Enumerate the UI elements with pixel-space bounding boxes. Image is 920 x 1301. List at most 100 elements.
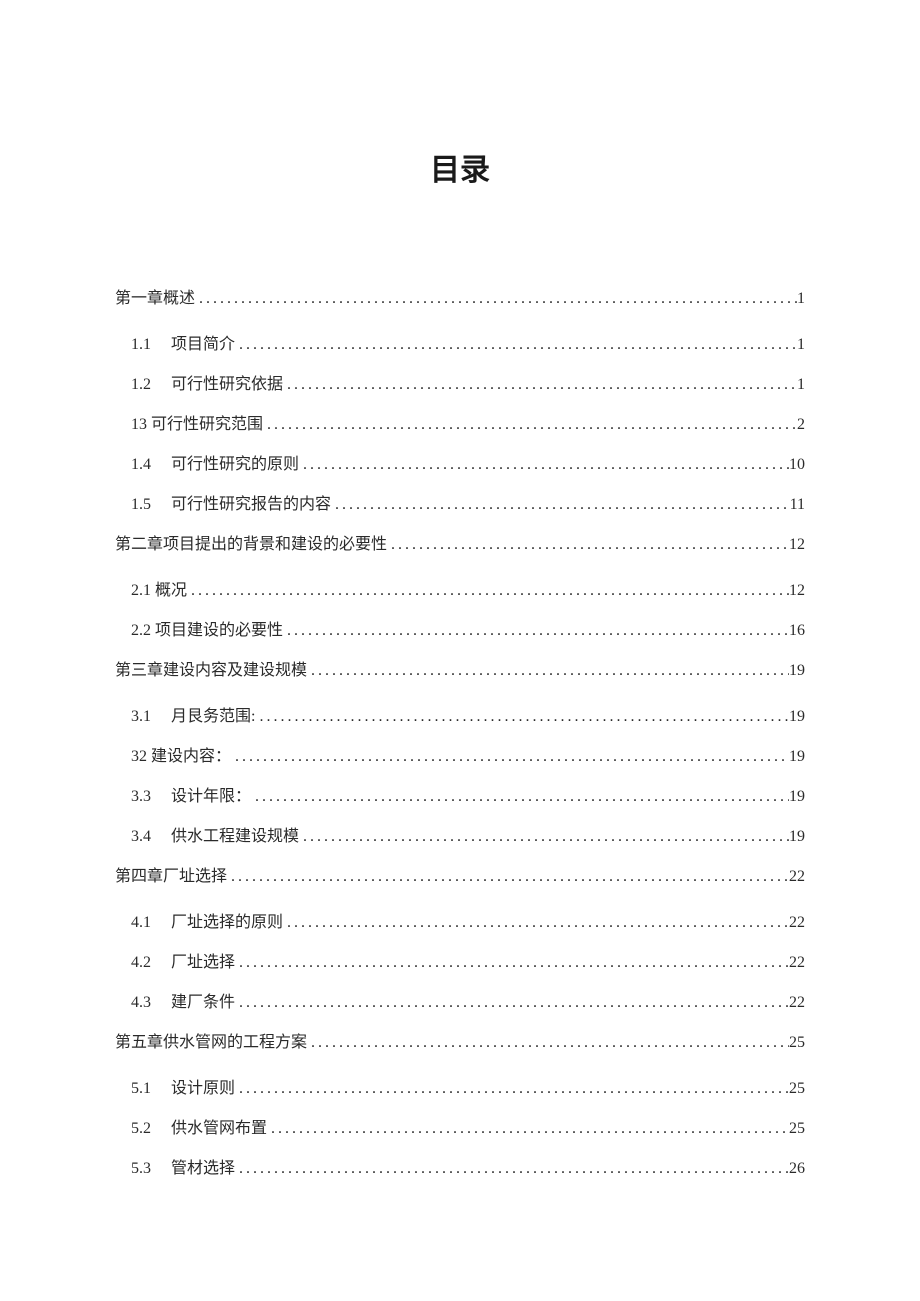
- toc-entry-page: 12: [789, 536, 805, 554]
- toc-entry-label: 2.1 概况: [131, 576, 187, 600]
- toc-entry-label: 项目简介: [171, 330, 235, 354]
- toc-leader-dots: [267, 1120, 789, 1138]
- toc-entry-page: 2: [797, 416, 805, 434]
- toc-section-entry: 3.3设计年限： 19: [115, 782, 805, 806]
- toc-entry-page: 22: [789, 994, 805, 1012]
- toc-leader-dots: [387, 536, 789, 554]
- toc-entry-number: 3.4: [131, 828, 171, 846]
- toc-entry-page: 19: [789, 748, 805, 766]
- toc-leader-dots: [227, 868, 789, 886]
- toc-entry-page: 25: [789, 1034, 805, 1052]
- toc-entry-label: 32 建设内容：: [131, 742, 231, 766]
- toc-leader-dots: [231, 748, 789, 766]
- toc-leader-dots: [307, 662, 789, 680]
- toc-entry-page: 12: [789, 582, 805, 600]
- toc-entry-label: 可行性研究报告的内容: [171, 490, 331, 514]
- toc-section-entry: 3.4供水工程建设规模 19: [115, 822, 805, 846]
- toc-leader-dots: [235, 994, 789, 1012]
- toc-chapter-entry: 第二章项目提出的背景和建设的必要性 12: [115, 530, 805, 554]
- page-title: 目录: [115, 145, 805, 189]
- toc-entry-label: 可行性研究的原则: [171, 450, 299, 474]
- toc-entry-page: 19: [789, 788, 805, 806]
- toc-section-entry: 3.1月艮务范围: 19: [115, 702, 805, 726]
- toc-section-entry: 4.1厂址选择的原则 22: [115, 908, 805, 932]
- toc-entry-label: 13 可行性研究范围: [131, 410, 263, 434]
- toc-entry-number: 1.1: [131, 336, 171, 354]
- toc-entry-number: 4.2: [131, 954, 171, 972]
- toc-leader-dots: [299, 456, 789, 474]
- toc-entry-label: 厂址选择: [171, 948, 235, 972]
- toc-entry-page: 19: [789, 708, 805, 726]
- toc-section-entry: 2.1 概况 12: [115, 576, 805, 600]
- toc-entry-page: 25: [789, 1120, 805, 1138]
- toc-leader-dots: [255, 708, 789, 726]
- toc-section-entry: 1.1项目简介 1: [115, 330, 805, 354]
- toc-leader-dots: [235, 336, 797, 354]
- toc-entry-page: 1: [797, 336, 805, 354]
- toc-section-entry: 13 可行性研究范围 2: [115, 410, 805, 434]
- toc-entry-number: 5.3: [131, 1160, 171, 1178]
- toc-entry-label: 设计原则: [171, 1074, 235, 1098]
- toc-entry-page: 22: [789, 868, 805, 886]
- toc-entry-label: 建厂条件: [171, 988, 235, 1012]
- toc-section-entry: 4.2厂址选择 22: [115, 948, 805, 972]
- toc-leader-dots: [283, 622, 789, 640]
- toc-entry-label: 2.2 项目建设的必要性: [131, 616, 283, 640]
- toc-leader-dots: [307, 1034, 789, 1052]
- toc-entry-label: 管材选择: [171, 1154, 235, 1178]
- toc-entry-page: 19: [789, 662, 805, 680]
- toc-entry-label: 厂址选择的原则: [171, 908, 283, 932]
- toc-entry-label: 设计年限：: [171, 782, 251, 806]
- toc-chapter-entry: 第一章概述 1: [115, 284, 805, 308]
- toc-leader-dots: [195, 290, 797, 308]
- toc-entry-page: 26: [789, 1160, 805, 1178]
- toc-leader-dots: [283, 376, 797, 394]
- toc-entry-label: 月艮务范围:: [171, 702, 255, 726]
- toc-section-entry: 1.2可行性研究依据 1: [115, 370, 805, 394]
- toc-entry-label: 第一章概述: [115, 284, 195, 308]
- toc-entry-page: 22: [789, 914, 805, 932]
- toc-leader-dots: [331, 496, 790, 514]
- toc-section-entry: 1.5可行性研究报告的内容 11: [115, 490, 805, 514]
- toc-entry-page: 1: [797, 376, 805, 394]
- toc-chapter-entry: 第五章供水管网的工程方案 25: [115, 1028, 805, 1052]
- toc-entry-label: 供水管网布置: [171, 1114, 267, 1138]
- toc-chapter-entry: 第四章厂址选择22: [115, 862, 805, 886]
- toc-leader-dots: [235, 1080, 789, 1098]
- toc-entry-number: 3.1: [131, 708, 171, 726]
- toc-section-entry: 4.3建厂条件 22: [115, 988, 805, 1012]
- toc-entry-label: 供水工程建设规模: [171, 822, 299, 846]
- toc-leader-dots: [251, 788, 789, 806]
- toc-entry-number: 4.1: [131, 914, 171, 932]
- toc-entry-page: 16: [789, 622, 805, 640]
- toc-entry-number: 3.3: [131, 788, 171, 806]
- toc-entry-number: 1.5: [131, 496, 171, 514]
- toc-entry-page: 22: [789, 954, 805, 972]
- toc-entry-page: 25: [789, 1080, 805, 1098]
- toc-leader-dots: [263, 416, 797, 434]
- toc-section-entry: 1.4可行性研究的原则 10: [115, 450, 805, 474]
- toc-entry-number: 5.1: [131, 1080, 171, 1098]
- toc-entry-page: 19: [789, 828, 805, 846]
- toc-leader-dots: [299, 828, 789, 846]
- toc-section-entry: 32 建设内容： 19: [115, 742, 805, 766]
- table-of-contents: 第一章概述 1 1.1项目简介 1 1.2可行性研究依据 1 13 可行性研究范围 2 1.4可…: [115, 284, 805, 1178]
- toc-chapter-entry: 第三章建设内容及建设规模 19: [115, 656, 805, 680]
- toc-entry-page: 1: [797, 290, 805, 308]
- toc-entry-number: 4.3: [131, 994, 171, 1012]
- toc-leader-dots: [235, 954, 789, 972]
- toc-leader-dots: [235, 1160, 789, 1178]
- toc-entry-label: 第五章供水管网的工程方案: [115, 1028, 307, 1052]
- toc-entry-label: 第三章建设内容及建设规模: [115, 656, 307, 680]
- toc-entry-number: 5.2: [131, 1120, 171, 1138]
- toc-section-entry: 5.1设计原则 25: [115, 1074, 805, 1098]
- toc-leader-dots: [283, 914, 789, 932]
- document-page: 目录 第一章概述11.1项目简介11.2可行性研究依据113 可行性研究范围21…: [0, 0, 920, 1178]
- toc-section-entry: 2.2 项目建设的必要性 16: [115, 616, 805, 640]
- toc-entry-label: 可行性研究依据: [171, 370, 283, 394]
- toc-entry-number: 1.2: [131, 376, 171, 394]
- toc-entry-number: 1.4: [131, 456, 171, 474]
- toc-entry-page: 11: [790, 496, 805, 514]
- toc-entry-label: 第二章项目提出的背景和建设的必要性: [115, 530, 387, 554]
- toc-entry-page: 10: [789, 456, 805, 474]
